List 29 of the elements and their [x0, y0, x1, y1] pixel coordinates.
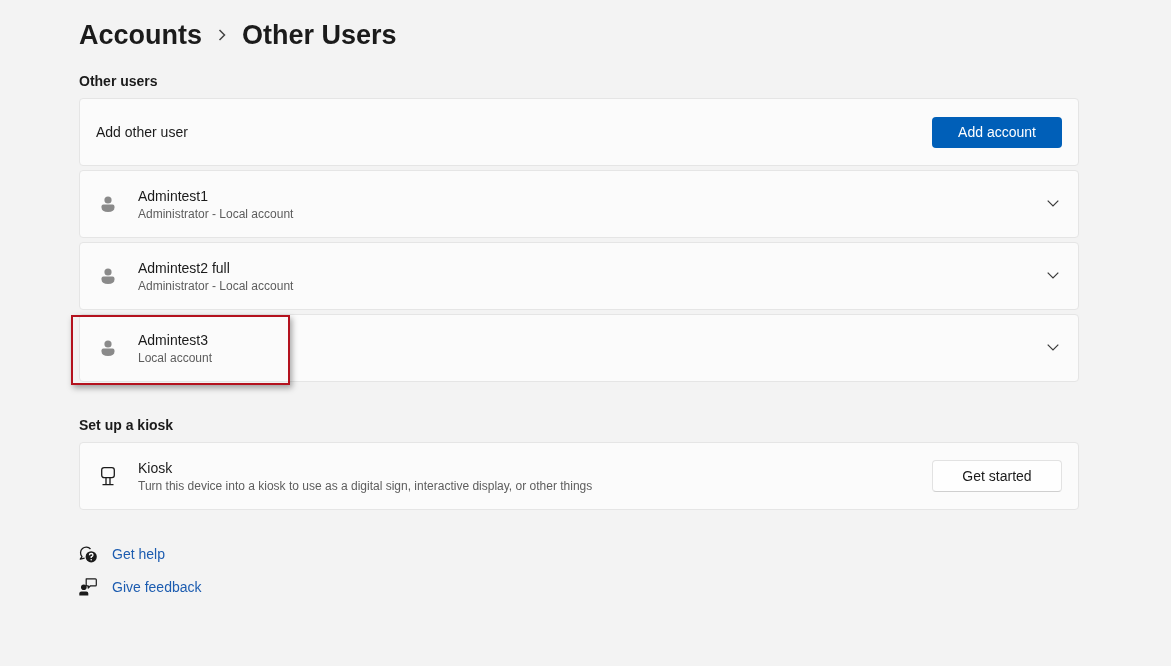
breadcrumb-link[interactable]: Accounts: [79, 17, 203, 53]
add-user-label: Add other user: [96, 124, 189, 140]
get-started-button[interactable]: Get started: [932, 460, 1062, 492]
chevron-right-icon: [218, 29, 227, 41]
user-card[interactable]: Admintest2 full Administrator - Local account: [79, 242, 1079, 310]
help-link[interactable]: Get help: [112, 546, 165, 562]
user-card[interactable]: Admintest1 Administrator - Local account: [79, 170, 1079, 238]
page-title: Other Users: [242, 19, 397, 52]
account-type: Local account: [138, 349, 213, 366]
chevron-down-icon[interactable]: [1047, 344, 1059, 352]
section-heading: Other users: [79, 72, 158, 91]
kiosk-description: Turn this device into a kiosk to use as a digital sign, interactive display, or other things: [138, 477, 593, 494]
chevron-down-icon[interactable]: [1047, 200, 1059, 208]
account-type: Administrator - Local account: [138, 277, 294, 294]
kiosk-icon: [100, 466, 116, 486]
user-name: Admintest2 full: [138, 258, 230, 277]
feedback-icon: [79, 578, 97, 596]
user-name: Admintest3: [138, 330, 209, 349]
kiosk-title: Kiosk: [138, 458, 173, 477]
person-icon: [101, 196, 115, 212]
section-heading: Set up a kiosk: [79, 416, 174, 435]
help-icon: [79, 545, 97, 563]
user-name: Admintest1: [138, 186, 209, 205]
add-account-button[interactable]: Add account: [932, 116, 1062, 148]
feedback-link[interactable]: Give feedback: [112, 579, 202, 595]
account-type: Administrator - Local account: [138, 205, 294, 222]
person-icon: [101, 268, 115, 284]
person-icon: [101, 340, 115, 356]
chevron-down-icon[interactable]: [1047, 272, 1059, 280]
